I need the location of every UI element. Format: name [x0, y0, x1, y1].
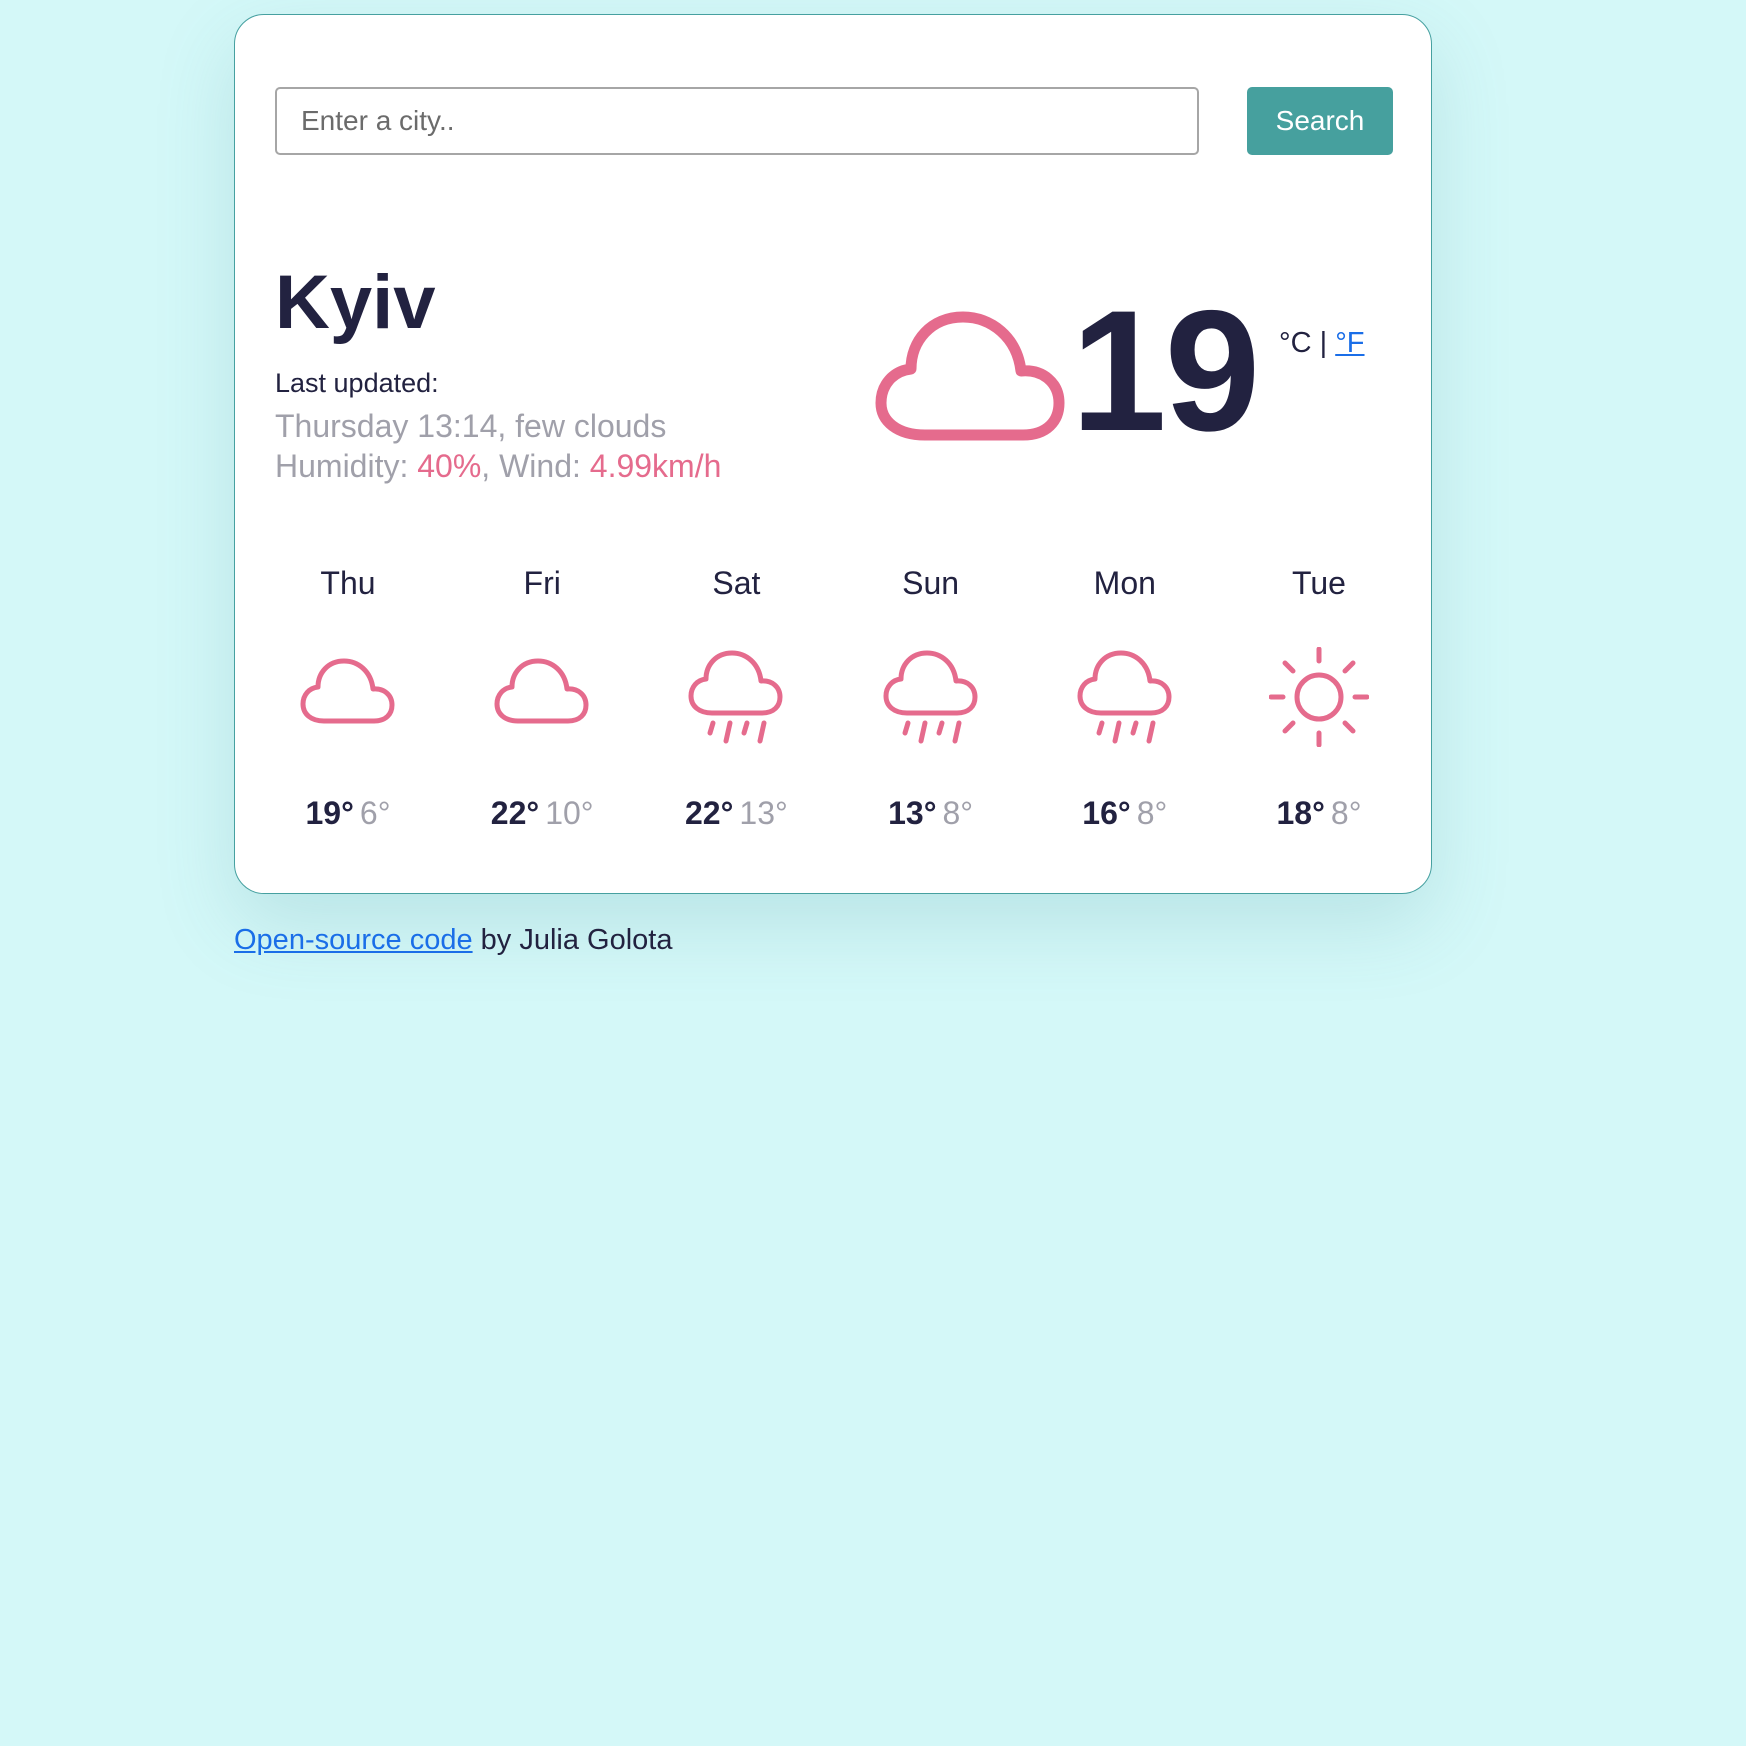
- separator: ,: [481, 448, 500, 484]
- search-button[interactable]: Search: [1247, 87, 1393, 155]
- forecast-day-name: Mon: [1093, 565, 1156, 601]
- forecast-day: Fri 22° 10°: [442, 565, 642, 845]
- footer: Open-source code by Julia Golota: [234, 924, 672, 957]
- author-credit: by Julia Golota: [472, 924, 673, 956]
- rain-icon: [883, 650, 978, 744]
- humidity-label: Humidity:: [275, 448, 418, 484]
- forecast-min-temp: 13°: [739, 795, 788, 831]
- cloud-icon: [300, 658, 395, 724]
- wind-value: 4.99km/h: [589, 448, 722, 484]
- forecast-max-temp: 22°: [490, 795, 540, 831]
- city-name: Kyiv: [275, 260, 436, 345]
- humidity-value: 40%: [417, 448, 482, 484]
- forecast-day-name: Fri: [523, 565, 561, 601]
- forecast-day: Tue 18° 8°: [1219, 565, 1419, 845]
- cloud-icon: [875, 311, 1065, 441]
- forecast-temps: 13° 8°: [831, 795, 1031, 832]
- search-form: Search: [275, 87, 1393, 155]
- celsius-unit: °C: [1279, 327, 1312, 359]
- forecast-min-temp: 8°: [1330, 795, 1362, 831]
- forecast-min-temp: 10°: [545, 795, 594, 831]
- forecast-min-temp: 8°: [1136, 795, 1168, 831]
- weather-details: Last updated: Thursday 13:14, few clouds…: [275, 368, 721, 486]
- forecast-temps: 16° 8°: [1025, 795, 1225, 832]
- forecast-day-name: Sat: [712, 565, 761, 601]
- forecast-day-name: Sun: [902, 565, 960, 601]
- forecast-max-temp: 16°: [1082, 795, 1131, 831]
- open-source-link[interactable]: Open-source code: [234, 924, 473, 956]
- forecast-max-temp: 22°: [685, 795, 734, 831]
- cloud-icon: [494, 658, 589, 724]
- weather-card: Search Kyiv Last updated: Thursday 13:14…: [234, 14, 1432, 894]
- forecast-day-name: Tue: [1292, 565, 1346, 601]
- fahrenheit-link[interactable]: °F: [1335, 327, 1364, 359]
- forecast-max-temp: 19°: [305, 795, 354, 831]
- forecast-min-temp: 8°: [942, 795, 974, 831]
- unit-toggle: °C | °F: [1279, 327, 1365, 360]
- forecast-day: Sun 13° 8°: [831, 565, 1031, 845]
- forecast-max-temp: 18°: [1276, 795, 1325, 831]
- humidity-wind-line: Humidity: 40%, Wind: 4.99km/h: [275, 446, 721, 486]
- datetime-description: Thursday 13:14, few clouds: [275, 408, 667, 444]
- forecast-temps: 22° 13°: [636, 795, 836, 832]
- forecast-temps: 22° 10°: [442, 795, 642, 832]
- city-search-input[interactable]: [275, 87, 1199, 155]
- forecast-day: Sat 22° 13°: [636, 565, 836, 845]
- rain-icon: [1077, 650, 1172, 744]
- sun-icon: [1269, 647, 1369, 747]
- forecast-min-temp: 6°: [359, 795, 391, 831]
- unit-divider: |: [1311, 327, 1336, 359]
- forecast-max-temp: 13°: [888, 795, 937, 831]
- forecast-temps: 19° 6°: [248, 795, 448, 832]
- forecast-day: Thu 19° 6°: [248, 565, 448, 845]
- forecast-day: Mon 16° 8°: [1025, 565, 1225, 845]
- forecast-temps: 18° 8°: [1219, 795, 1419, 832]
- rain-icon: [688, 650, 783, 744]
- forecast: Thu 19° 6° Fri 22° 10° Sat 22° 13° Sun 13° 8° Mon 16°…: [275, 565, 1393, 845]
- wind-label: Wind:: [499, 448, 590, 484]
- last-updated-label: Last updated:: [275, 368, 439, 398]
- forecast-day-name: Thu: [320, 565, 376, 601]
- current-temperature: 19: [1071, 275, 1260, 467]
